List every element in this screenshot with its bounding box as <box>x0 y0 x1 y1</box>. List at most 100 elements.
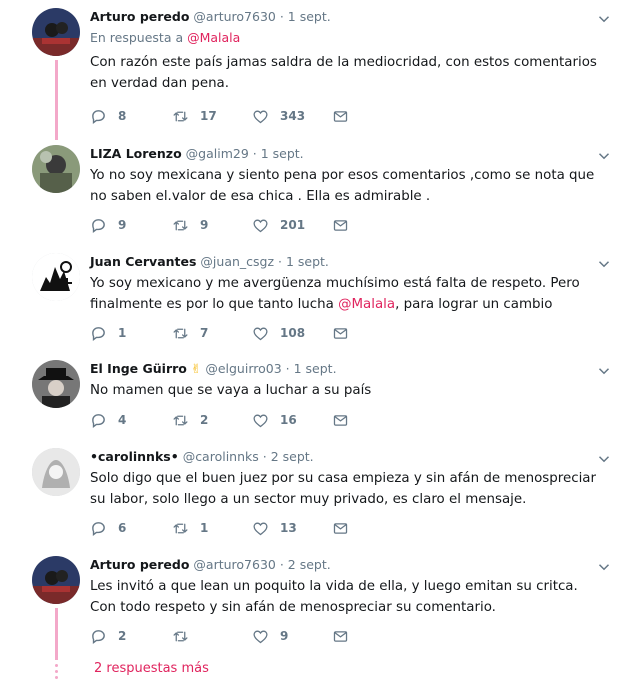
author-name[interactable]: El Inge Güirro <box>90 361 187 376</box>
tweet-text: Yo soy mexicano y me avergüenza muchísim… <box>90 273 605 315</box>
like-icon <box>253 414 268 427</box>
like-count: 201 <box>280 218 306 232</box>
retweet-button[interactable]: 1 <box>172 518 208 538</box>
retweet-button[interactable]: 2 <box>172 410 208 430</box>
reply-icon <box>92 413 105 428</box>
retweet-button[interactable]: 17 <box>172 106 217 126</box>
like-button[interactable]: 108 <box>252 323 305 343</box>
like-button[interactable]: 343 <box>252 106 305 126</box>
thread-dot <box>55 664 58 667</box>
like-count: 108 <box>280 326 306 340</box>
retweet-button[interactable] <box>172 626 200 646</box>
reply-button[interactable]: 6 <box>90 518 126 538</box>
author-name[interactable]: LIZA Lorenzo <box>90 146 182 161</box>
tweet-date[interactable]: · 2 sept. <box>280 557 331 572</box>
author-name[interactable]: Arturo peredo <box>90 9 189 24</box>
thread-dot <box>55 670 58 673</box>
reply-button[interactable]: 4 <box>90 410 126 430</box>
like-icon <box>253 630 268 643</box>
message-button[interactable] <box>332 410 349 430</box>
thread-line <box>55 60 58 140</box>
chevron-down-icon[interactable] <box>595 147 613 165</box>
message-icon <box>333 327 348 339</box>
author-handle[interactable]: @juan_csgz <box>200 254 274 269</box>
chevron-down-icon[interactable] <box>595 255 613 273</box>
message-button[interactable] <box>332 626 349 646</box>
tweet[interactable]: Juan Cervantes @juan_csgz · 1 sept. Yo s… <box>0 253 635 353</box>
reply-button[interactable]: 2 <box>90 626 126 646</box>
message-button[interactable] <box>332 106 349 126</box>
reply-count: 8 <box>118 109 127 123</box>
reply-button[interactable]: 8 <box>90 106 126 126</box>
tweet-text: Les invitó a que lean un poquito la vida… <box>90 579 578 615</box>
reply-context: En respuesta a @Malala <box>90 29 605 47</box>
tweet[interactable]: Arturo peredo @arturo7630 · 2 sept. Les … <box>0 556 635 660</box>
avatar[interactable] <box>32 360 80 408</box>
message-icon <box>333 110 348 122</box>
chevron-down-icon[interactable] <box>595 362 613 380</box>
like-button[interactable]: 16 <box>252 410 297 430</box>
tweet-text: No mamen que se vaya a luchar a su país <box>90 383 372 398</box>
message-button[interactable] <box>332 323 349 343</box>
mention-link[interactable]: @Malala <box>338 297 395 312</box>
reply-prefix: En respuesta a <box>90 30 188 45</box>
author-name[interactable]: •carolinnks• <box>90 449 179 464</box>
tweet-text: Yo no soy mexicana y siento pena por eso… <box>90 168 595 204</box>
like-icon <box>253 327 268 340</box>
like-button[interactable]: 13 <box>252 518 297 538</box>
tweet[interactable]: Arturo peredo @arturo7630 · 1 sept. En r… <box>0 8 635 140</box>
tweet-header: LIZA Lorenzo @galim29 · 1 sept. <box>90 145 605 163</box>
tweet-date[interactable]: · 1 sept. <box>278 254 329 269</box>
tweet[interactable]: El Inge Güirro ✌ @elguirro03 · 1 sept. N… <box>0 360 635 440</box>
message-button[interactable] <box>332 518 349 538</box>
message-icon <box>333 414 348 426</box>
retweet-count: 2 <box>200 413 209 427</box>
author-name[interactable]: Arturo peredo <box>90 557 189 572</box>
tweet-text: Con razón este país jamas saldra de la m… <box>90 55 597 91</box>
author-name[interactable]: Juan Cervantes <box>90 254 196 269</box>
tweet-text: Solo digo que el buen juez por su casa e… <box>90 471 597 507</box>
more-replies-link[interactable]: 2 respuestas más <box>94 661 209 676</box>
tweet-date[interactable]: · 2 sept. <box>263 449 314 464</box>
tweet-header: •carolinnks• @carolinnks · 2 sept. <box>90 448 605 466</box>
tweet[interactable]: LIZA Lorenzo @galim29 · 1 sept. Yo no so… <box>0 145 635 245</box>
thread-dot <box>55 676 58 679</box>
reply-button[interactable]: 9 <box>90 215 126 235</box>
avatar[interactable] <box>32 8 80 56</box>
tweet-header: Arturo peredo @arturo7630 · 2 sept. <box>90 556 605 574</box>
author-handle[interactable]: @arturo7630 <box>193 557 275 572</box>
retweet-button[interactable]: 9 <box>172 215 208 235</box>
tweet-date[interactable]: · 1 sept. <box>280 9 331 24</box>
author-handle[interactable]: @galim29 <box>186 146 249 161</box>
author-handle[interactable]: @carolinnks <box>183 449 259 464</box>
tweet-text-end: , para lograr un cambio <box>395 297 553 312</box>
avatar[interactable] <box>32 448 80 496</box>
reply-icon <box>92 109 105 124</box>
retweet-count: 17 <box>200 109 217 123</box>
like-button[interactable]: 201 <box>252 215 305 235</box>
avatar[interactable] <box>32 145 80 193</box>
like-icon <box>253 522 268 535</box>
message-button[interactable] <box>332 215 349 235</box>
like-button[interactable]: 9 <box>252 626 288 646</box>
victory-hand-icon: ✌ <box>190 361 202 376</box>
tweet-date[interactable]: · 1 sept. <box>253 146 304 161</box>
reply-count: 2 <box>118 629 127 643</box>
like-count: 16 <box>280 413 297 427</box>
reply-button[interactable]: 1 <box>90 323 126 343</box>
chevron-down-icon[interactable] <box>595 558 613 576</box>
avatar[interactable] <box>32 556 80 604</box>
tweet-header: Arturo peredo @arturo7630 · 1 sept. <box>90 8 605 26</box>
author-handle[interactable]: @arturo7630 <box>193 9 275 24</box>
retweet-icon <box>173 415 188 425</box>
author-handle[interactable]: @elguirro03 <box>205 361 281 376</box>
retweet-button[interactable]: 7 <box>172 323 208 343</box>
tweet[interactable]: •carolinnks• @carolinnks · 2 sept. Solo … <box>0 448 635 548</box>
chevron-down-icon[interactable] <box>595 450 613 468</box>
chevron-down-icon[interactable] <box>595 10 613 28</box>
reply-mention-link[interactable]: @Malala <box>187 30 240 45</box>
reply-icon <box>92 629 105 644</box>
avatar[interactable] <box>32 253 80 301</box>
tweet-date[interactable]: · 1 sept. <box>286 361 337 376</box>
retweet-icon <box>173 523 188 533</box>
